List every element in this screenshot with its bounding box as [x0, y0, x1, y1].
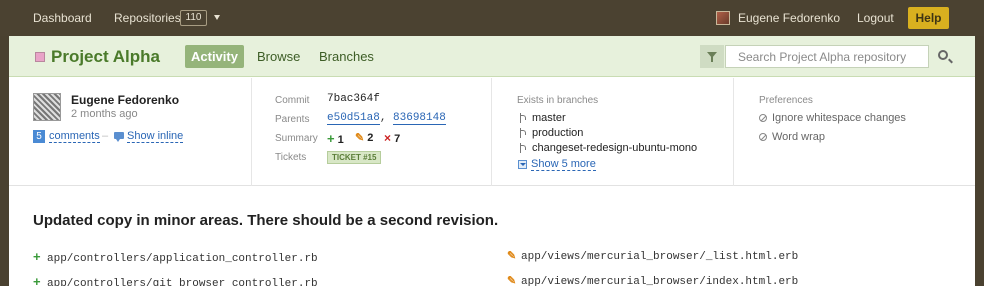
nav-repositories-link[interactable]: Repositories — [114, 11, 181, 25]
commit-time: 2 months ago — [71, 108, 138, 120]
preferences-label: Preferences — [759, 95, 813, 106]
branch-name: changeset-redesign-ubuntu-mono — [532, 142, 698, 154]
parents-separator: , — [379, 112, 387, 124]
repositories-count-badge: 110 — [180, 10, 207, 26]
ban-icon — [759, 133, 767, 142]
plus-icon: + — [33, 249, 41, 264]
parent-commit-link[interactable]: 83698148 — [393, 112, 446, 125]
separator: – — [102, 130, 109, 142]
deleted-count: 7 — [394, 133, 401, 145]
modified-count: 2 — [367, 132, 374, 144]
commit-panel: Project Alpha Activity Browse Branches E… — [9, 36, 975, 286]
project-header: Project Alpha Activity Browse Branches — [9, 36, 975, 77]
user-avatar[interactable] — [716, 11, 730, 25]
tab-activity[interactable]: Activity — [185, 45, 244, 68]
parent-commit-link[interactable]: e50d51a8 — [327, 112, 380, 125]
column-divider — [251, 78, 252, 186]
branch-item[interactable]: production — [519, 127, 583, 139]
pencil-icon: ✎ — [507, 275, 517, 286]
branch-icon — [519, 113, 527, 124]
project-color-icon — [35, 52, 45, 62]
user-name-link[interactable]: Eugene Fedorenko — [738, 11, 840, 25]
file-row[interactable]: ✎ app/views/mercurial_browser/_list.html.… — [507, 249, 798, 263]
pref-label: Word wrap — [772, 131, 825, 143]
top-nav: Dashboard Repositories 110 Eugene Fedore… — [0, 0, 984, 36]
branch-item[interactable]: changeset-redesign-ubuntu-mono — [519, 142, 697, 154]
pencil-icon: ✎ — [507, 250, 517, 262]
plus-icon: + — [327, 131, 335, 146]
branches-label: Exists in branches — [517, 95, 599, 106]
file-row[interactable]: ✎ app/views/mercurial_browser/index.html.… — [507, 274, 798, 286]
commit-message: Updated copy in minor areas. There shoul… — [33, 212, 499, 229]
branch-name: master — [532, 112, 566, 124]
pref-word-wrap[interactable]: Word wrap — [759, 131, 825, 143]
file-path: app/controllers/git_browser_controller.r… — [47, 278, 318, 286]
parents-list: e50d51a8, 83698148 — [327, 112, 446, 125]
search-input[interactable] — [725, 45, 929, 68]
logout-link[interactable]: Logout — [857, 11, 894, 25]
comments-link[interactable]: comments — [49, 130, 100, 143]
summary-modified: ✎ 2 — [355, 131, 373, 144]
column-divider — [491, 78, 492, 186]
added-count: 1 — [337, 134, 344, 146]
delete-icon: × — [384, 131, 392, 145]
commit-label: Commit — [275, 95, 310, 106]
file-path: app/views/mercurial_browser/index.html.e… — [521, 276, 799, 286]
search-icon[interactable] — [938, 50, 948, 60]
nav-dashboard-link[interactable]: Dashboard — [33, 11, 92, 25]
file-row[interactable]: + app/controllers/application_controller.… — [33, 249, 318, 265]
column-divider — [733, 78, 734, 186]
ban-icon — [759, 114, 767, 123]
parents-label: Parents — [275, 114, 310, 125]
author-avatar — [33, 93, 61, 121]
tab-branches[interactable]: Branches — [319, 45, 374, 68]
commit-info: Eugene Fedorenko 2 months ago 5 comments… — [9, 78, 975, 186]
show-inline-link[interactable]: Show inline — [127, 130, 184, 143]
plus-icon: + — [33, 274, 41, 286]
help-button[interactable]: Help — [908, 7, 949, 29]
search-filter-button[interactable] — [700, 45, 724, 68]
summary-label: Summary — [275, 133, 318, 144]
branch-icon — [519, 143, 527, 154]
comment-bubble-icon — [114, 132, 124, 142]
expand-icon[interactable] — [518, 160, 527, 169]
pref-ignore-whitespace[interactable]: Ignore whitespace changes — [759, 112, 906, 124]
tab-browse[interactable]: Browse — [257, 45, 300, 68]
file-path: app/views/mercurial_browser/_list.html.e… — [521, 251, 799, 263]
commit-hash: 7bac364f — [327, 93, 380, 105]
file-row[interactable]: + app/controllers/git_browser_controller.… — [33, 274, 318, 286]
branch-item[interactable]: master — [519, 112, 566, 124]
summary-deleted: × 7 — [384, 131, 400, 145]
filter-icon — [707, 52, 717, 62]
repositories-dropdown-icon[interactable] — [214, 15, 220, 20]
ticket-badge[interactable]: TICKET #15 — [327, 151, 382, 164]
comments-count-badge: 5 — [33, 130, 45, 143]
show-more-branches-link[interactable]: Show 5 more — [531, 158, 596, 171]
project-title[interactable]: Project Alpha — [51, 47, 160, 67]
pref-label: Ignore whitespace changes — [772, 112, 906, 124]
author-name[interactable]: Eugene Fedorenko — [71, 93, 179, 107]
summary-added: + 1 — [327, 131, 344, 146]
tickets-label: Tickets — [275, 152, 307, 163]
file-path: app/controllers/application_controller.r… — [47, 253, 318, 265]
pencil-icon: ✎ — [355, 132, 365, 144]
branch-name: production — [532, 127, 584, 139]
branch-icon — [519, 128, 527, 139]
